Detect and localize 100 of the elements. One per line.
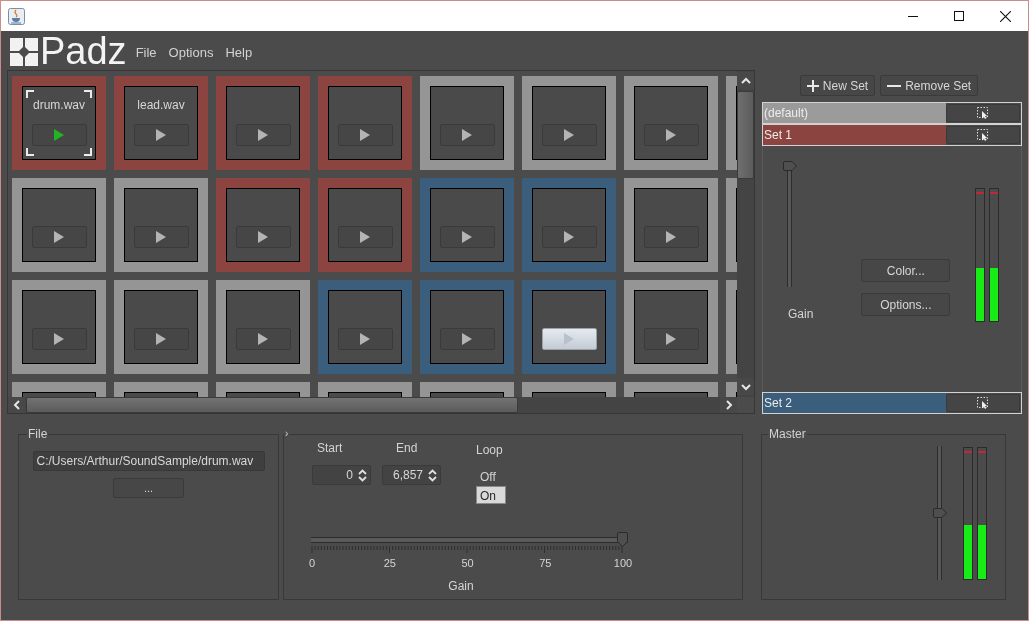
- pad[interactable]: [12, 280, 106, 374]
- play-button[interactable]: [31, 124, 87, 146]
- pad[interactable]: [624, 76, 718, 170]
- pad[interactable]: [420, 76, 514, 170]
- play-button[interactable]: [541, 124, 597, 146]
- play-button[interactable]: [439, 226, 495, 248]
- end-label: End: [395, 441, 419, 455]
- play-button[interactable]: [133, 328, 189, 350]
- play-button[interactable]: [541, 328, 597, 350]
- play-button[interactable]: [643, 328, 699, 350]
- set-select-button[interactable]: [946, 394, 1020, 412]
- set-select-button[interactable]: [946, 126, 1020, 144]
- slider-thumb[interactable]: [783, 161, 797, 171]
- scroll-up-button[interactable]: [737, 72, 754, 89]
- selection-brackets-icon: [26, 90, 92, 156]
- set-select-button[interactable]: [946, 104, 1020, 122]
- play-button[interactable]: [133, 124, 189, 146]
- pad[interactable]: [114, 382, 208, 397]
- scrollbar-thumb[interactable]: [26, 397, 518, 413]
- file-path-field[interactable]: C:/Users/Arthur/SoundSample/drum.wav: [32, 451, 265, 471]
- set-toolbar-button[interactable]: New Set: [799, 75, 876, 96]
- pad[interactable]: [216, 280, 310, 374]
- scrollbar-thumb[interactable]: [737, 91, 754, 179]
- set-toolbar-button[interactable]: Remove Set: [880, 75, 979, 96]
- scroll-down-button[interactable]: [737, 378, 754, 395]
- peak-marker: [964, 451, 972, 453]
- app-name: Padz: [40, 30, 127, 71]
- play-button[interactable]: [439, 124, 495, 146]
- play-button[interactable]: [643, 226, 699, 248]
- start-label: Start: [316, 441, 344, 455]
- pad[interactable]: [624, 382, 718, 397]
- minus-icon: [887, 84, 902, 87]
- loop-option[interactable]: On: [476, 486, 506, 504]
- cup-icon: [8, 7, 25, 25]
- chevron-left-icon: [11, 400, 22, 410]
- set-action-button[interactable]: Color...: [861, 259, 951, 282]
- tick-label: 0: [307, 557, 317, 570]
- play-button[interactable]: [439, 328, 495, 350]
- dashed-box-pointer-icon: [977, 397, 989, 409]
- pad[interactable]: [624, 280, 718, 374]
- pad[interactable]: [12, 382, 106, 397]
- pad[interactable]: [522, 382, 616, 397]
- four-squares-logo-icon: [10, 38, 38, 66]
- horizontal-scrollbar[interactable]: [8, 397, 737, 413]
- vertical-scrollbar[interactable]: [737, 71, 754, 397]
- end-spinner[interactable]: 6,857: [382, 465, 441, 485]
- menu-item[interactable]: Help: [225, 44, 253, 61]
- play-button[interactable]: [31, 328, 87, 350]
- pad[interactable]: [522, 280, 616, 374]
- gain-label: Gain: [447, 579, 475, 593]
- chevron-down-icon: [740, 381, 751, 392]
- play-button[interactable]: [235, 226, 291, 248]
- menu-item[interactable]: File: [135, 44, 157, 61]
- gain-label: Gain: [788, 307, 814, 321]
- pad[interactable]: [624, 178, 718, 272]
- pad[interactable]: [114, 178, 208, 272]
- slider-thumb[interactable]: [933, 508, 947, 518]
- play-button[interactable]: [133, 226, 189, 248]
- loop-label: Loop: [476, 443, 503, 457]
- peak-marker: [976, 192, 985, 194]
- set-row[interactable]: Set 2: [762, 392, 1022, 414]
- play-button[interactable]: [337, 328, 393, 350]
- browse-button[interactable]: ...: [113, 478, 184, 498]
- pad[interactable]: [216, 382, 310, 397]
- pad-label: lead.wav: [137, 97, 185, 113]
- loop-option[interactable]: Off: [476, 469, 496, 484]
- scroll-right-button[interactable]: [720, 397, 737, 413]
- menu-item[interactable]: Options: [168, 44, 214, 61]
- play-button[interactable]: [541, 226, 597, 248]
- start-spinner[interactable]: 0: [312, 465, 371, 485]
- play-button[interactable]: [337, 124, 393, 146]
- play-button[interactable]: [235, 124, 291, 146]
- pad-label: drum.wav: [33, 97, 85, 113]
- peak-marker: [978, 451, 986, 453]
- set-name[interactable]: Set 1: [763, 125, 946, 145]
- set-action-button[interactable]: Options...: [861, 293, 951, 316]
- pad[interactable]: [114, 280, 208, 374]
- chevron-up-icon: [740, 75, 751, 86]
- pad[interactable]: [12, 178, 106, 272]
- play-button[interactable]: [31, 226, 87, 248]
- play-button[interactable]: [235, 328, 291, 350]
- plus-icon: [806, 79, 819, 92]
- play-button[interactable]: [337, 226, 393, 248]
- tick-label: 100: [612, 557, 634, 570]
- dashed-box-pointer-icon: [977, 107, 989, 119]
- pad[interactable]: lead.wav: [114, 76, 208, 170]
- play-button[interactable]: [643, 124, 699, 146]
- scroll-left-button[interactable]: [8, 397, 25, 413]
- pad[interactable]: drum.wav: [12, 76, 106, 170]
- set-row[interactable]: Set 1: [762, 124, 1022, 146]
- panel-title: Master: [768, 427, 807, 441]
- set-name[interactable]: Set 2: [763, 393, 946, 413]
- close-icon: [999, 10, 1011, 22]
- peak-marker: [990, 192, 999, 194]
- pad[interactable]: [318, 382, 412, 397]
- pad[interactable]: [420, 382, 514, 397]
- dashed-box-pointer-icon: [977, 129, 989, 141]
- pad[interactable]: [522, 76, 616, 170]
- tick-label: 75: [538, 557, 553, 570]
- slider-thumb[interactable]: [617, 532, 628, 547]
